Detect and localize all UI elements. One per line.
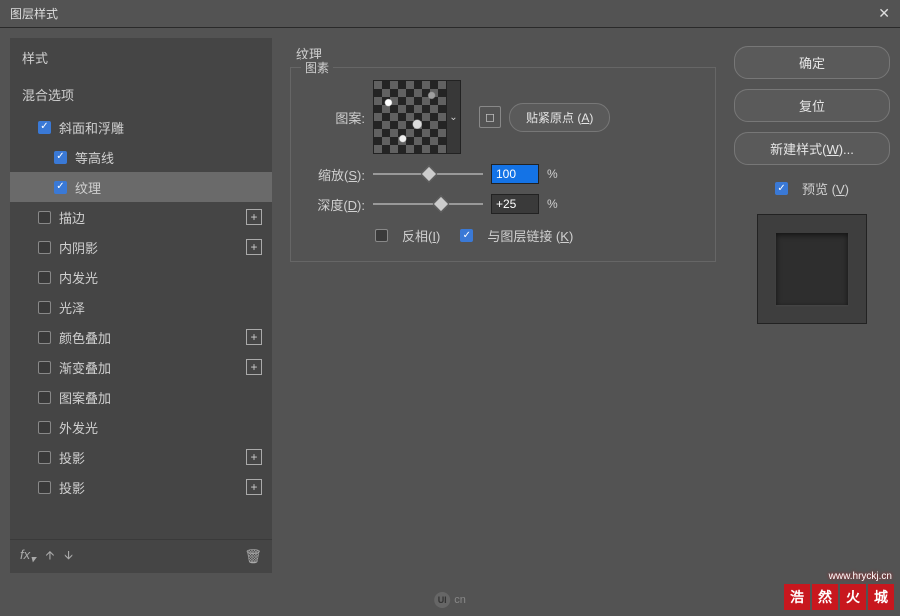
add-effect-icon[interactable]: +: [246, 449, 262, 465]
style-item-label: 斜面和浮雕: [59, 118, 124, 137]
scale-label: 缩放(S):: [307, 165, 365, 184]
scale-input[interactable]: [491, 164, 539, 184]
style-item-label: 描边: [59, 208, 85, 227]
checkbox[interactable]: [38, 271, 51, 284]
window-title: 图层样式: [10, 5, 58, 22]
style-item-label: 颜色叠加: [59, 328, 111, 347]
checkbox[interactable]: [38, 241, 51, 254]
style-item-label: 光泽: [59, 298, 85, 317]
style-item-内发光[interactable]: 内发光: [10, 262, 272, 292]
elements-group: 图素 图案: ⌄ ◻ 贴紧原点 (A) 缩放(S): % 深度(D):: [290, 67, 716, 262]
checkbox[interactable]: [38, 451, 51, 464]
percent-unit: %: [547, 167, 558, 181]
group-legend: 图素: [301, 59, 333, 76]
styles-panel: 样式 混合选项 斜面和浮雕等高线纹理描边 + 内阴影 + 内发光光泽颜色叠加 + 渐变叠加 +…: [10, 38, 272, 573]
watermark-url: www.hryckj.cn: [829, 571, 892, 582]
preview-checkbox[interactable]: 预览 (V): [734, 179, 890, 198]
checkbox[interactable]: [54, 151, 67, 164]
style-item-等高线[interactable]: 等高线: [10, 142, 272, 172]
snap-origin-button[interactable]: 贴紧原点 (A): [509, 103, 610, 132]
preview-thumbnail: [757, 214, 867, 324]
checkbox[interactable]: [38, 301, 51, 314]
pattern-swatch[interactable]: [373, 80, 447, 154]
style-item-投影[interactable]: 投影 +: [10, 442, 272, 472]
checkbox[interactable]: [54, 181, 67, 194]
style-item-label: 渐变叠加: [59, 358, 111, 377]
checkbox[interactable]: [38, 331, 51, 344]
style-item-label: 投影: [59, 448, 85, 467]
style-item-描边[interactable]: 描边 +: [10, 202, 272, 232]
checkbox[interactable]: [38, 361, 51, 374]
style-item-图案叠加[interactable]: 图案叠加: [10, 382, 272, 412]
style-item-斜面和浮雕[interactable]: 斜面和浮雕: [10, 112, 272, 142]
reset-button[interactable]: 复位: [734, 89, 890, 122]
add-effect-icon[interactable]: +: [246, 479, 262, 495]
style-item-label: 等高线: [75, 148, 114, 167]
style-item-label: 内阴影: [59, 238, 98, 257]
style-item-label: 外发光: [59, 418, 98, 437]
style-item-label: 内发光: [59, 268, 98, 287]
fx-menu[interactable]: fx▾: [20, 547, 36, 566]
checkbox[interactable]: [38, 391, 51, 404]
blend-options-header[interactable]: 混合选项: [10, 75, 272, 112]
trash-icon[interactable]: 🗑: [244, 548, 262, 565]
invert-checkbox[interactable]: 反相(I): [375, 226, 440, 245]
pattern-label: 图案:: [307, 108, 365, 127]
new-preset-icon[interactable]: ◻: [479, 106, 501, 128]
styles-header[interactable]: 样式: [10, 38, 272, 75]
percent-unit: %: [547, 197, 558, 211]
style-item-外发光[interactable]: 外发光: [10, 412, 272, 442]
style-item-颜色叠加[interactable]: 颜色叠加 +: [10, 322, 272, 352]
close-icon[interactable]: ✕: [878, 5, 890, 22]
style-item-label: 投影: [59, 478, 85, 497]
style-item-label: 纹理: [75, 178, 101, 197]
watermark-logo: 浩 然 火 城: [784, 584, 894, 610]
settings-panel: 纹理 图素 图案: ⌄ ◻ 贴紧原点 (A) 缩放(S): % 深度(D):: [280, 38, 726, 573]
dialog-body: 样式 混合选项 斜面和浮雕等高线纹理描边+内阴影+内发光光泽颜色叠加+渐变叠加+…: [0, 28, 900, 583]
depth-slider[interactable]: [373, 203, 483, 205]
style-item-内阴影[interactable]: 内阴影 +: [10, 232, 272, 262]
add-effect-icon[interactable]: +: [246, 329, 262, 345]
checkbox[interactable]: [38, 421, 51, 434]
checkbox[interactable]: [38, 211, 51, 224]
depth-label: 深度(D):: [307, 195, 365, 214]
checkbox[interactable]: [38, 121, 51, 134]
style-item-渐变叠加[interactable]: 渐变叠加 +: [10, 352, 272, 382]
add-effect-icon[interactable]: +: [246, 239, 262, 255]
actions-panel: 确定 复位 新建样式(W)... 预览 (V): [734, 38, 890, 573]
section-title: 纹理: [296, 44, 716, 63]
add-effect-icon[interactable]: +: [246, 209, 262, 225]
link-layer-checkbox[interactable]: 与图层链接 (K): [460, 226, 573, 245]
style-item-纹理[interactable]: 纹理: [10, 172, 272, 202]
depth-input[interactable]: [491, 194, 539, 214]
titlebar: 图层样式 ✕: [0, 0, 900, 28]
move-down-icon[interactable]: 🡫: [64, 546, 73, 567]
move-up-icon[interactable]: 🡩: [46, 546, 55, 567]
pattern-dropdown-icon[interactable]: ⌄: [447, 80, 461, 154]
style-item-投影[interactable]: 投影 +: [10, 472, 272, 502]
add-effect-icon[interactable]: +: [246, 359, 262, 375]
new-style-button[interactable]: 新建样式(W)...: [734, 132, 890, 165]
ui-cn-watermark: UIcn: [434, 592, 466, 608]
style-item-label: 图案叠加: [59, 388, 111, 407]
checkbox[interactable]: [38, 481, 51, 494]
ok-button[interactable]: 确定: [734, 46, 890, 79]
style-item-光泽[interactable]: 光泽: [10, 292, 272, 322]
styles-footer: fx▾ 🡩 🡫 🗑: [10, 539, 272, 573]
scale-slider[interactable]: [373, 173, 483, 175]
